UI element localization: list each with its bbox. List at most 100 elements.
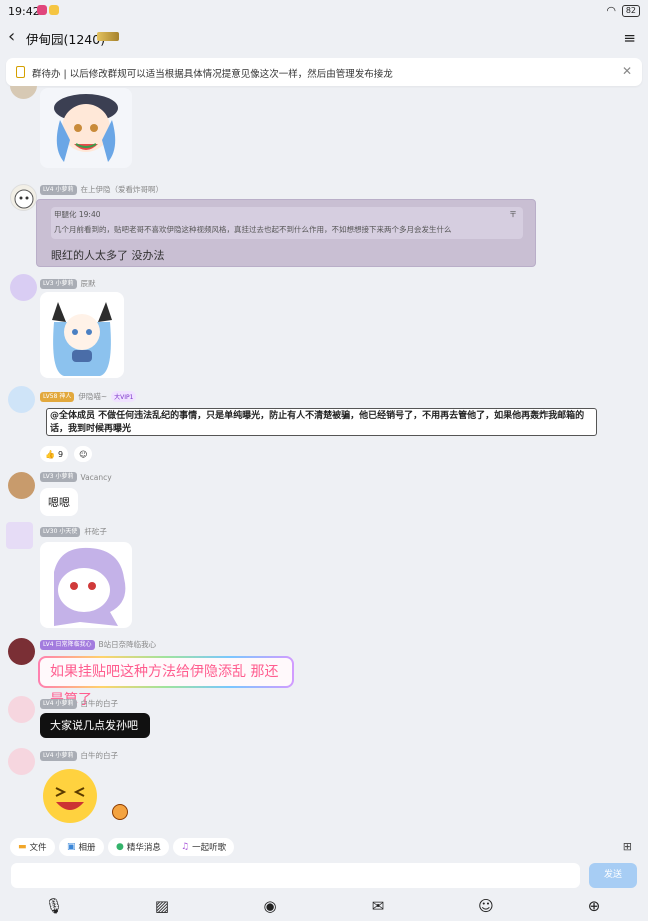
level-badge: LV4 小萝莉 xyxy=(40,184,77,195)
message-meta: LV4 日常降临我心 B站日奈降临我心 xyxy=(40,639,156,650)
emoji-add-icon: ☺ xyxy=(79,449,88,459)
thumbs-up-icon: 👍 xyxy=(45,449,55,459)
notice-text: 群待办 | 以后修改群规可以适当根据具体情况提意见像这次一样，然后由管理发布接龙 xyxy=(32,69,393,80)
message-meta: LV4 小萝莉 在上伊隐（爱看炸哥啊） xyxy=(40,184,163,195)
avatar[interactable] xyxy=(8,638,35,665)
reaction-bar: 👍 9 ☺ xyxy=(40,446,93,462)
menu-icon[interactable]: ≡ xyxy=(623,29,636,47)
quick-action-bar: ▬ 文件 ▣ 相册 ● 精华消息 ♫ 一起听歌 ⊞ xyxy=(0,834,648,860)
message-meta: LV30 小天使 杆砣子 xyxy=(40,526,107,537)
album-label: 相册 xyxy=(78,843,96,853)
emoji-icon[interactable]: ☺ xyxy=(476,896,496,916)
folder-icon: ▬ xyxy=(18,842,27,852)
quoted-message[interactable]: 甲腿化 19:40 〒 几个月前看到的，贴吧老哥不喜欢伊隐这种视频风格，真挂过去… xyxy=(51,207,523,239)
status-time: 19:42 xyxy=(8,5,40,18)
avatar[interactable] xyxy=(8,472,35,499)
reply-text: 眼红的人太多了 没办法 xyxy=(51,249,165,262)
image-icon: ▣ xyxy=(67,842,76,852)
message-meta: LV4 小萝莉 白牛的白子 xyxy=(40,750,118,761)
sender-name[interactable]: Vacancy xyxy=(81,473,112,482)
text-bubble[interactable]: 嗯嗯 xyxy=(40,488,78,516)
medal-icon xyxy=(112,804,128,820)
avatar[interactable] xyxy=(8,696,35,723)
level-badge: LV58 神人 xyxy=(40,391,75,402)
like-count: 9 xyxy=(57,449,64,459)
file-label: 文件 xyxy=(29,843,47,853)
sender-name[interactable]: 白牛的白子 xyxy=(81,750,119,761)
sender-name[interactable]: B站日奈降临我心 xyxy=(99,639,157,650)
listen-together-button[interactable]: ♫ 一起听歌 xyxy=(173,838,235,856)
camera-icon[interactable]: ◉ xyxy=(260,896,280,916)
avatar[interactable] xyxy=(8,748,35,775)
star-icon: ● xyxy=(116,842,124,852)
battery-icon: 82 xyxy=(621,5,640,17)
status-app-icons xyxy=(37,5,59,15)
album-button[interactable]: ▣ 相册 xyxy=(59,838,104,856)
input-row: 发送 xyxy=(0,860,648,892)
message-input[interactable] xyxy=(11,863,580,888)
ghost-girl-sticker xyxy=(54,547,126,626)
featured-messages-button[interactable]: ● 精华消息 xyxy=(108,838,169,856)
app-notification-icon xyxy=(37,5,47,15)
chat-list[interactable]: LV4 小萝莉 在上伊隐（爱看炸哥啊） 甲腿化 19:40 〒 几个月前看到的，… xyxy=(0,86,648,832)
avatar[interactable] xyxy=(8,386,35,413)
sender-name[interactable]: 辰默 xyxy=(81,278,96,289)
plus-icon[interactable]: ⊕ xyxy=(584,896,604,916)
level-badge: LV4 小萝莉 xyxy=(40,750,77,761)
message-meta: LV4 小萝莉 白牛的白子 xyxy=(40,698,118,709)
avatar[interactable] xyxy=(10,274,37,301)
wifi-icon: ◠ xyxy=(606,4,616,17)
level-badge: LV4 日常降临我心 xyxy=(40,639,95,650)
status-bar: 19:42 ◠ 82 xyxy=(0,0,648,22)
vip-badge: 大VIP1 xyxy=(111,391,137,402)
message-meta: LV3 小萝莉 辰默 xyxy=(40,278,96,289)
level-badge: LV30 小天使 xyxy=(40,526,81,537)
composer-toolbar: 🎙 ▨ ◉ ✉ ☺ ⊕ xyxy=(0,893,648,921)
rainbow-text: 如果挂贴吧这种方法给伊隐添乱 那还是算了 xyxy=(40,658,292,708)
catgirl-sticker xyxy=(52,302,112,376)
message-meta: LV3 小萝莉 Vacancy xyxy=(40,472,112,482)
avatar[interactable] xyxy=(10,184,37,211)
quote-reply-bubble[interactable]: 甲腿化 19:40 〒 几个月前看到的，贴吧老哥不喜欢伊隐这种视频风格，真挂过去… xyxy=(36,199,536,267)
grid-icon[interactable]: ⊞ xyxy=(623,840,632,853)
level-badge: LV3 小萝莉 xyxy=(40,278,77,289)
laughing-emoji-icon xyxy=(43,769,97,823)
sender-name[interactable]: 白牛的白子 xyxy=(81,698,119,709)
sticker-image[interactable] xyxy=(40,88,132,168)
app-notification-icon xyxy=(49,5,59,15)
sender-name[interactable]: 在上伊隐（爱看炸哥啊） xyxy=(81,184,164,195)
level-badge: LV4 小萝莉 xyxy=(40,698,77,709)
listen-label: 一起听歌 xyxy=(192,843,227,853)
dark-text-bubble[interactable]: 大家说几点发孙吧 xyxy=(40,713,150,738)
chat-header: ‹ 伊甸园(1240) ≡ xyxy=(0,22,648,52)
add-reaction-button[interactable]: ☺ xyxy=(74,446,93,462)
quoted-sender: 甲腿化 19:40 xyxy=(54,210,101,219)
music-icon: ♫ xyxy=(181,842,190,852)
send-button[interactable]: 发送 xyxy=(589,863,637,888)
message-meta: LV58 神人 伊隐喵~ 大VIP1 xyxy=(40,391,137,402)
announcement-bubble[interactable]: @全体成员 不做任何违法乱纪的事情，只是单纯曝光，防止有人不清楚被骗，他已经销号… xyxy=(46,408,597,436)
close-icon[interactable]: ✕ xyxy=(622,64,632,78)
avatar[interactable] xyxy=(10,86,37,99)
group-todo-notice[interactable]: 群待办 | 以后修改群规可以适当根据具体情况提意见像这次一样，然后由管理发布接龙… xyxy=(6,58,642,86)
sticker-image[interactable] xyxy=(40,542,132,628)
featured-label: 精华消息 xyxy=(126,843,161,853)
rainbow-text-bubble[interactable]: 如果挂贴吧这种方法给伊隐添乱 那还是算了 xyxy=(38,656,294,708)
microphone-icon[interactable]: 🎙 xyxy=(44,896,64,916)
red-packet-icon[interactable]: ✉ xyxy=(368,896,388,916)
avatar[interactable] xyxy=(6,522,33,549)
sticker-image[interactable] xyxy=(40,766,102,824)
clipboard-icon xyxy=(16,66,25,78)
back-icon[interactable]: ‹ xyxy=(8,26,15,47)
anime-girl-sticker xyxy=(54,94,118,162)
sender-name[interactable]: 伊隐喵~ xyxy=(78,391,107,402)
file-button[interactable]: ▬ 文件 xyxy=(10,838,55,856)
quote-mark-icon: 〒 xyxy=(509,210,517,219)
sender-name[interactable]: 杆砣子 xyxy=(84,526,107,537)
group-title[interactable]: 伊甸园(1240) xyxy=(26,29,105,48)
level-badge: LV3 小萝莉 xyxy=(40,472,77,482)
image-picker-icon[interactable]: ▨ xyxy=(152,896,172,916)
like-reaction[interactable]: 👍 9 xyxy=(40,446,69,462)
sticker-image[interactable] xyxy=(40,292,124,378)
group-badge-icon xyxy=(97,32,119,41)
